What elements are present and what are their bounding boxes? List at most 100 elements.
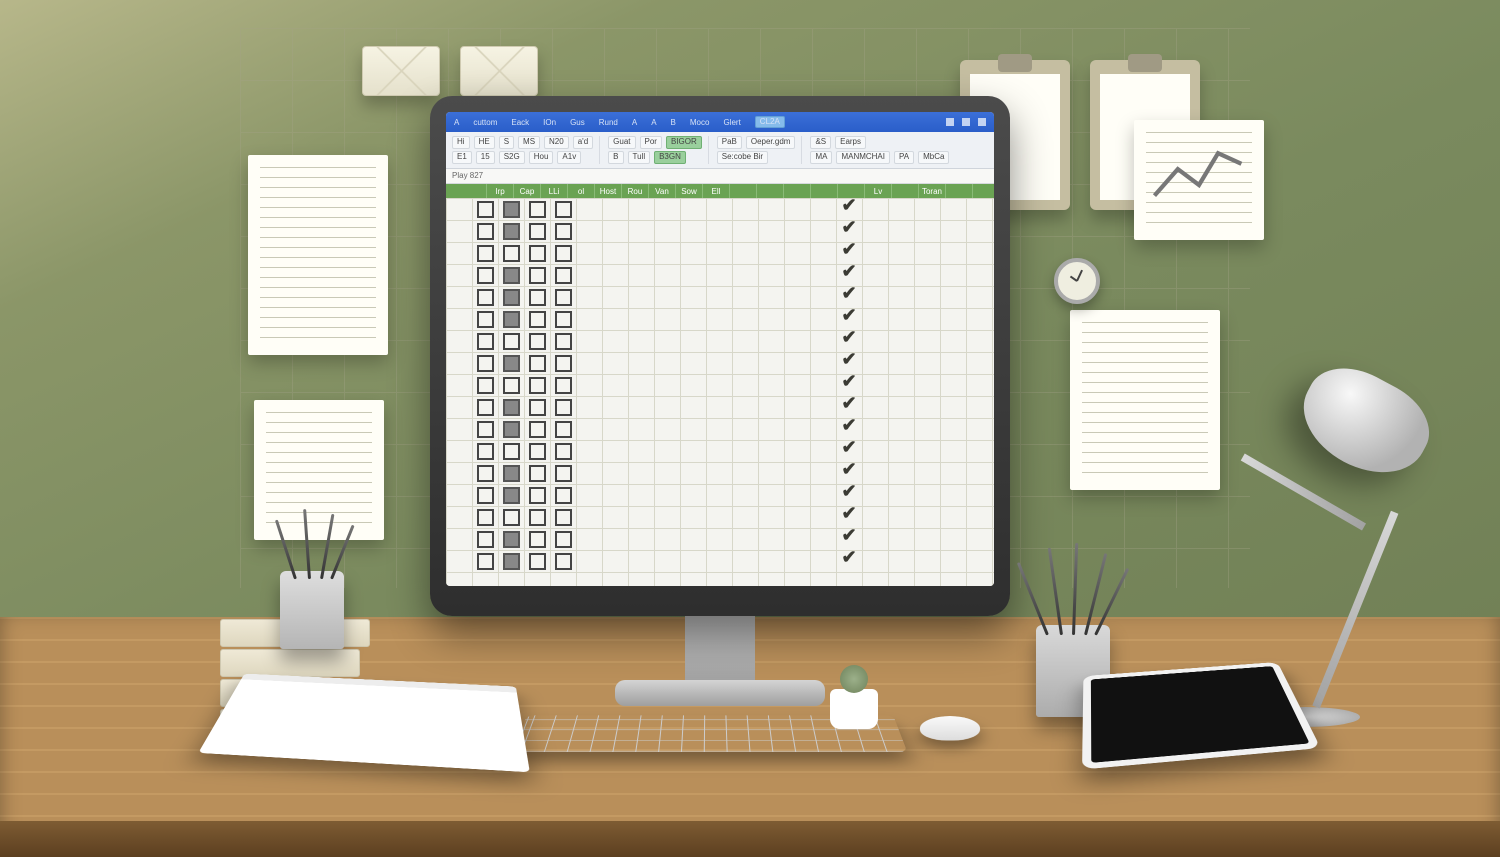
checkbox-cell[interactable]: [524, 264, 550, 286]
checkbox-cell[interactable]: [550, 220, 576, 242]
checkbox-cell[interactable]: [472, 352, 498, 374]
checkbox-cell[interactable]: [472, 440, 498, 462]
window-controls[interactable]: [946, 118, 986, 126]
checkbox-cell[interactable]: [550, 528, 576, 550]
ribbon-button[interactable]: Hi: [452, 136, 470, 149]
checkbox-cell[interactable]: [472, 242, 498, 264]
ribbon-button[interactable]: BIGOR: [666, 136, 702, 149]
checkbox-cell[interactable]: [472, 374, 498, 396]
checkbox-cell[interactable]: [472, 396, 498, 418]
menu-item[interactable]: Moco: [690, 118, 710, 127]
checkbox-cell[interactable]: [524, 440, 550, 462]
checkbox-cell[interactable]: [498, 198, 524, 220]
checkbox-cell[interactable]: [524, 330, 550, 352]
menu-item[interactable]: IOn: [543, 118, 556, 127]
checkbox-cell[interactable]: [524, 396, 550, 418]
checkbox-cell[interactable]: [550, 418, 576, 440]
checkbox-cell[interactable]: [550, 352, 576, 374]
ribbon-button[interactable]: MS: [518, 136, 540, 149]
checkbox-cell[interactable]: [472, 484, 498, 506]
ribbon-button[interactable]: Guat: [608, 136, 635, 149]
menu-item[interactable]: A: [454, 118, 459, 127]
checkbox-cell[interactable]: [498, 506, 524, 528]
checkbox-cell[interactable]: [498, 374, 524, 396]
menu-item[interactable]: B: [671, 118, 676, 127]
ribbon-button[interactable]: S: [499, 136, 514, 149]
checkbox-cell[interactable]: [524, 550, 550, 572]
ribbon-button[interactable]: Se:cobe Bir: [717, 151, 768, 164]
checkbox-cell[interactable]: [472, 462, 498, 484]
checkbox-cell[interactable]: [498, 242, 524, 264]
menu-item[interactable]: Rund: [599, 118, 618, 127]
checkbox-cell[interactable]: [550, 550, 576, 572]
ribbon-button[interactable]: S2G: [499, 151, 525, 164]
checkbox-cell[interactable]: [524, 374, 550, 396]
checkbox-cell[interactable]: [472, 506, 498, 528]
name-box[interactable]: Play 827: [452, 171, 483, 180]
ribbon-button[interactable]: B3GN: [654, 151, 686, 164]
title-accent-button[interactable]: CL2A: [755, 116, 785, 129]
ribbon-button[interactable]: N20: [544, 136, 569, 149]
ribbon-button[interactable]: 15: [476, 151, 495, 164]
checkbox-cell[interactable]: [498, 308, 524, 330]
checkbox-cell[interactable]: [550, 484, 576, 506]
checkbox-cell[interactable]: [550, 396, 576, 418]
checkbox-cell[interactable]: [498, 550, 524, 572]
checkbox-cell[interactable]: [472, 550, 498, 572]
checkbox-cell[interactable]: [472, 528, 498, 550]
checkbox-cell[interactable]: [524, 528, 550, 550]
ribbon-button[interactable]: &S: [810, 136, 831, 149]
menu-item[interactable]: Gus: [570, 118, 585, 127]
checkbox-cell[interactable]: [472, 418, 498, 440]
ribbon-button[interactable]: E1: [452, 151, 472, 164]
checkbox-cell[interactable]: [498, 440, 524, 462]
ribbon-button[interactable]: Hou: [529, 151, 554, 164]
checkbox-cell[interactable]: [550, 506, 576, 528]
checkbox-cell[interactable]: [498, 528, 524, 550]
checkbox-cell[interactable]: [472, 198, 498, 220]
checkbox-cell[interactable]: [524, 462, 550, 484]
menu-item[interactable]: cuttom: [473, 118, 497, 127]
checkbox-cell[interactable]: [498, 220, 524, 242]
checkbox-cell[interactable]: [524, 418, 550, 440]
ribbon-button[interactable]: MA: [810, 151, 832, 164]
ribbon-button[interactable]: a'd: [573, 136, 593, 149]
ribbon-button[interactable]: A1v: [557, 151, 581, 164]
checkbox-cell[interactable]: [524, 308, 550, 330]
ribbon-button[interactable]: Por: [640, 136, 662, 149]
ribbon-button[interactable]: Earps: [835, 136, 866, 149]
checkbox-cell[interactable]: [524, 286, 550, 308]
checkbox-cell[interactable]: [524, 506, 550, 528]
checkbox-cell[interactable]: [550, 330, 576, 352]
checkbox-cell[interactable]: [524, 198, 550, 220]
menu-item[interactable]: Eack: [511, 118, 529, 127]
checkbox-cell[interactable]: [550, 198, 576, 220]
worksheet-grid[interactable]: ✔✔✔✔✔✔✔✔✔✔✔✔✔✔✔✔✔: [446, 198, 994, 586]
menu-item[interactable]: Glert: [723, 118, 740, 127]
checkbox-cell[interactable]: [524, 484, 550, 506]
menu-item[interactable]: A: [632, 118, 637, 127]
checkbox-cell[interactable]: [550, 286, 576, 308]
title-bar[interactable]: A cuttom Eack IOn Gus Rund A A B Moco Gl…: [446, 112, 994, 132]
menu-item[interactable]: A: [651, 118, 656, 127]
checkbox-cell[interactable]: [498, 462, 524, 484]
checkbox-cell[interactable]: [524, 352, 550, 374]
checkbox-cell[interactable]: [498, 396, 524, 418]
checkbox-cell[interactable]: [550, 440, 576, 462]
ribbon-button[interactable]: Tull: [628, 151, 651, 164]
checkbox-cell[interactable]: [498, 286, 524, 308]
checkbox-cell[interactable]: [550, 462, 576, 484]
checkbox-cell[interactable]: [472, 286, 498, 308]
ribbon-button[interactable]: Oeper.gdm: [746, 136, 796, 149]
ribbon-button[interactable]: PA: [894, 151, 914, 164]
checkbox-cell[interactable]: [550, 264, 576, 286]
checkbox-cell[interactable]: [498, 484, 524, 506]
checkbox-cell[interactable]: [498, 418, 524, 440]
ribbon-button[interactable]: MANMCHAI: [836, 151, 890, 164]
ribbon-button[interactable]: MbCa: [918, 151, 949, 164]
ribbon-button[interactable]: PaB: [717, 136, 742, 149]
checkbox-cell[interactable]: [550, 242, 576, 264]
checkbox-cell[interactable]: [524, 242, 550, 264]
ribbon-button[interactable]: HE: [474, 136, 495, 149]
checkbox-cell[interactable]: [472, 330, 498, 352]
